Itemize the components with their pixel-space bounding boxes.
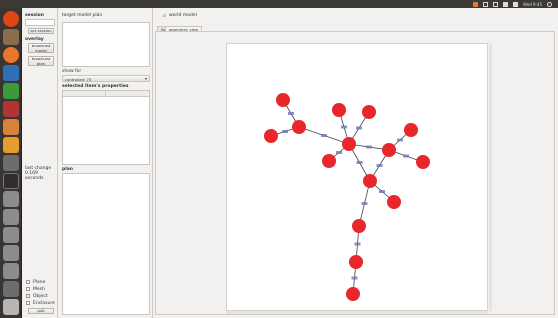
- graph-node[interactable]: [322, 154, 336, 168]
- geometric-view-pane: [155, 31, 555, 315]
- plan-label: plan: [62, 167, 74, 172]
- graph-node[interactable]: [276, 93, 290, 107]
- plan-view[interactable]: [62, 173, 150, 315]
- horizontal-scrollbar[interactable]: [226, 311, 488, 314]
- graph-node[interactable]: [404, 123, 418, 137]
- app-icon[interactable]: [3, 263, 19, 279]
- edge-label-badge: [397, 138, 403, 142]
- set-session-button[interactable]: set session: [28, 28, 54, 34]
- graph-node[interactable]: [349, 255, 363, 269]
- workspace-icon[interactable]: [3, 281, 19, 297]
- graph-node[interactable]: [416, 155, 430, 169]
- graph-node[interactable]: [346, 287, 360, 301]
- plan-panel: target model plan show for controlled: 7…: [59, 8, 153, 318]
- files-icon[interactable]: [3, 29, 19, 45]
- properties-header: selected item's properties: [62, 84, 129, 89]
- edge-label-badge: [282, 130, 288, 133]
- session-dropdown[interactable]: [25, 19, 55, 26]
- network-icon[interactable]: [483, 1, 489, 7]
- table-header: [63, 91, 149, 97]
- edge-label-badge: [361, 202, 368, 205]
- edge-label-badge: [403, 154, 409, 158]
- amazon-icon[interactable]: [3, 137, 19, 153]
- edge-label-badge: [351, 276, 358, 280]
- graph-canvas[interactable]: [226, 43, 488, 311]
- column-header[interactable]: [106, 91, 149, 97]
- edge-label-badge: [336, 151, 342, 154]
- overlay-label: overlay: [25, 37, 44, 42]
- graph-node[interactable]: [362, 105, 376, 119]
- chevron-down-icon: ▾: [144, 76, 147, 81]
- launcher: [0, 8, 22, 318]
- edge-label-badge: [366, 145, 372, 149]
- session-title: session: [25, 13, 44, 18]
- plane-checkbox[interactable]: [26, 280, 30, 284]
- object-label: Object: [33, 294, 48, 299]
- app-window: session set session overlay broadcast mo…: [22, 8, 558, 318]
- mesh-label: Mesh: [33, 287, 45, 292]
- properties-table[interactable]: [62, 90, 150, 165]
- clock[interactable]: Wed 9:45: [523, 2, 542, 7]
- session-panel: session set session overlay broadcast mo…: [22, 8, 58, 318]
- keyboard-icon[interactable]: [473, 1, 479, 7]
- volume-icon[interactable]: [513, 1, 519, 7]
- calc-icon[interactable]: [3, 83, 19, 99]
- app-icon[interactable]: [3, 227, 19, 243]
- writer-icon[interactable]: [3, 65, 19, 81]
- edge-label-badge: [354, 242, 361, 246]
- edge-label-badge: [321, 134, 327, 137]
- last-change-stat: last change 0.169 seconds: [25, 166, 52, 181]
- settings-icon[interactable]: [3, 155, 19, 171]
- enclosure-label: Enclosure: [33, 301, 55, 306]
- graph-node[interactable]: [387, 195, 401, 209]
- app-icon[interactable]: [3, 245, 19, 261]
- system-tray: Wed 9:45: [473, 1, 552, 7]
- show-for-select[interactable]: controlled: 73 ▾: [62, 75, 150, 82]
- app-icon[interactable]: [3, 209, 19, 225]
- broadcast-plan-button[interactable]: broadcast plan: [28, 56, 54, 66]
- model-list[interactable]: [62, 22, 150, 67]
- vertical-scrollbar[interactable]: [489, 43, 492, 311]
- software-center-icon[interactable]: [3, 119, 19, 135]
- trash-icon[interactable]: [3, 299, 19, 315]
- graph-node[interactable]: [292, 120, 306, 134]
- top-panel: Wed 9:45: [0, 0, 558, 8]
- world-model-area: world model ⠿ list geometric view: [153, 8, 558, 318]
- grip-icon[interactable]: ⠿: [163, 13, 166, 18]
- quit-button[interactable]: quit: [28, 308, 54, 314]
- graph-node[interactable]: [382, 143, 396, 157]
- enclosure-checkbox[interactable]: [26, 301, 30, 305]
- dash-icon[interactable]: [3, 11, 19, 27]
- plane-label: Plane: [33, 280, 46, 285]
- select-value: controlled: 73: [65, 77, 92, 82]
- broadcast-model-button[interactable]: broadcast model: [28, 43, 54, 53]
- edge-label-badge: [341, 125, 347, 129]
- impress-icon[interactable]: [3, 101, 19, 117]
- edge-label-badge: [356, 161, 363, 164]
- edge-label-badge: [288, 112, 294, 115]
- graph-node[interactable]: [342, 137, 356, 151]
- column-header[interactable]: [63, 91, 106, 97]
- graph-node[interactable]: [363, 174, 377, 188]
- edge-label-badge: [379, 190, 385, 193]
- graph-node[interactable]: [264, 129, 278, 143]
- mail-icon[interactable]: [493, 1, 499, 7]
- show-for-label: show for: [62, 69, 82, 74]
- toolbar-title: world model: [169, 13, 197, 18]
- graph-node[interactable]: [352, 219, 366, 233]
- browser-icon[interactable]: [3, 47, 19, 63]
- object-checkbox[interactable]: [26, 294, 30, 298]
- edge-label-badge: [376, 164, 383, 167]
- edge-label-badge: [356, 126, 362, 130]
- graph-svg: [264, 93, 430, 301]
- battery-icon[interactable]: [503, 1, 509, 7]
- terminal-icon[interactable]: [3, 173, 19, 189]
- panel-header: target model plan: [62, 13, 103, 18]
- app-icon[interactable]: [3, 191, 19, 207]
- graph-node[interactable]: [332, 103, 346, 117]
- mesh-checkbox[interactable]: [26, 287, 30, 291]
- power-icon[interactable]: [547, 1, 552, 7]
